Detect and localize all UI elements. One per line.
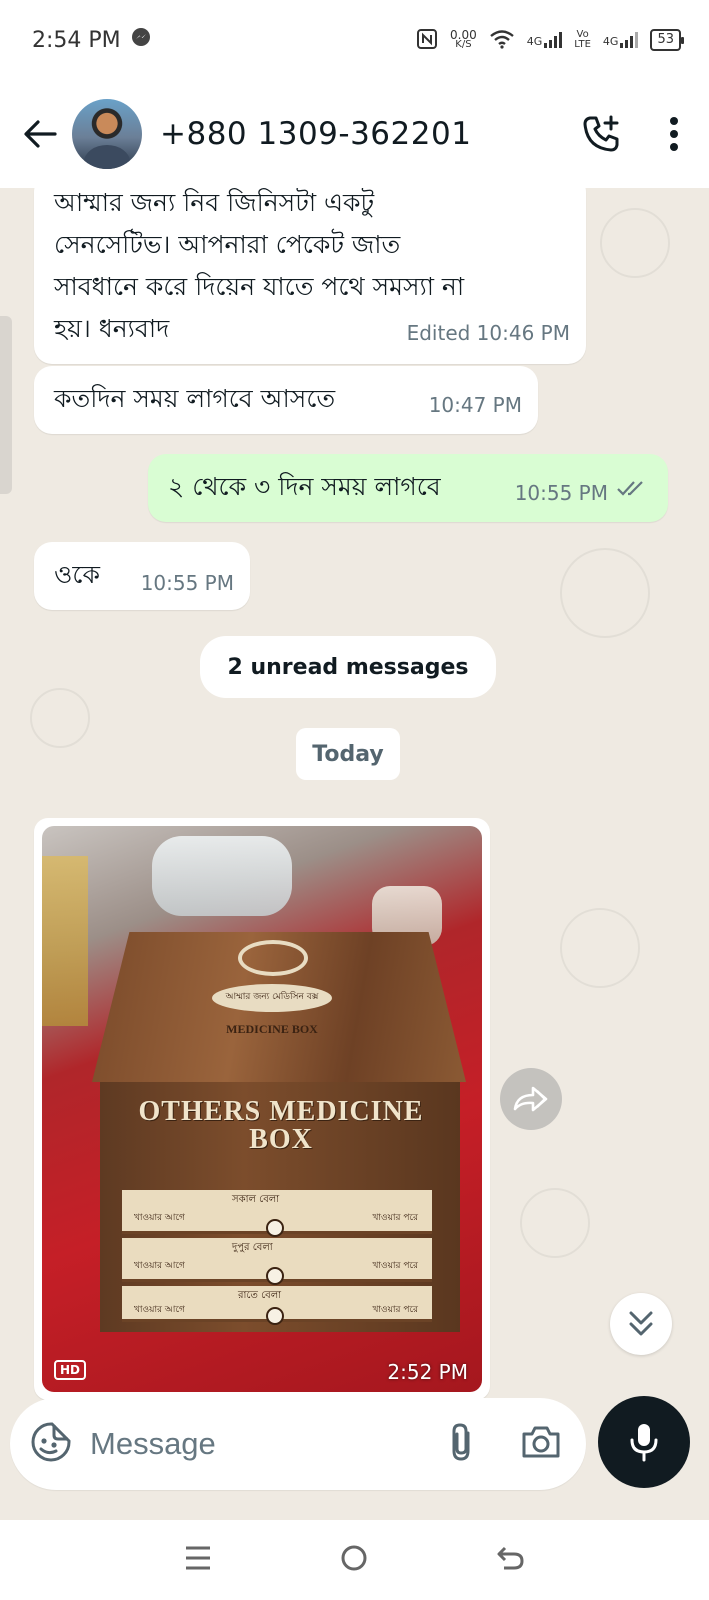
menu-icon[interactable]: [184, 1545, 212, 1575]
photo-image[interactable]: আম্মার জন্য মেডিসিন বক্স MEDICINE BOX OT…: [42, 826, 482, 1392]
sim2-label: 4G: [602, 35, 619, 48]
wallpaper-doodle: [520, 1188, 590, 1258]
signal-bars-icon: [620, 32, 639, 48]
drawer-left-label: খাওয়ার আগে: [134, 1213, 185, 1223]
wifi-icon: [489, 29, 515, 52]
drawer-title: রাতে বেলা: [238, 1290, 282, 1301]
box-drawer: রাতে বেলা খাওয়ার আগে খাওয়ার পরে: [122, 1286, 432, 1325]
drawer-left-label: খাওয়ার আগে: [134, 1305, 185, 1315]
composer-actions: [448, 1421, 566, 1467]
photo-time: 2:52 PM: [387, 1360, 468, 1384]
wallpaper-doodle: [600, 208, 670, 278]
date-chip: Today: [296, 728, 400, 780]
hd-badge: HD: [54, 1360, 87, 1380]
drawer-left-label: খাওয়ার আগে: [134, 1261, 185, 1271]
drawer-right-label: খাওয়ার পরে: [372, 1213, 418, 1223]
messenger-notification-icon: [131, 27, 151, 53]
drawer-knob: [266, 1267, 284, 1285]
paperclip-icon[interactable]: [448, 1421, 474, 1467]
message-time: Edited 10:46 PM: [406, 321, 570, 345]
arrow-left-icon[interactable]: [20, 114, 60, 154]
sticker-icon[interactable]: [30, 1421, 72, 1467]
volte-indicator: Vo LTE: [574, 30, 591, 50]
unread-messages-banner: 2 unread messages: [200, 636, 496, 698]
contact-name[interactable]: +880 1309-362201: [160, 116, 471, 152]
mic-icon[interactable]: [598, 1396, 690, 1488]
chat-header: +880 1309-362201: [0, 80, 709, 188]
sim1-label: 4G: [526, 35, 543, 48]
status-right: 0.00 K/S 4G Vo LTE 4G 53: [416, 28, 684, 53]
read-ticks-icon: [616, 468, 648, 510]
drawer-right-label: খাওয়ার পরে: [372, 1305, 418, 1315]
chat-area[interactable]: আম্মার জন্য নিব জিনিসটা একটু সেনসেটিভ। আ…: [0, 188, 709, 1520]
net-speed: 0.00 K/S: [450, 29, 477, 50]
message-bubble-incoming[interactable]: কতদিন সময় লাগবে আসতে 10:47 PM: [34, 366, 538, 434]
photo-jar-shape: [152, 836, 292, 916]
box-front-line2: BOX: [249, 1124, 313, 1155]
home-icon[interactable]: [339, 1543, 369, 1577]
status-left: 2:54 PM: [32, 27, 151, 53]
drawer-knob: [266, 1307, 284, 1325]
box-front-line1: OTHERS MEDICINE: [138, 1096, 424, 1127]
volte-bottom: LTE: [574, 39, 591, 50]
signal-bars-icon: [544, 32, 563, 48]
photo-message-bubble[interactable]: আম্মার জন্য মেডিসিন বক্স MEDICINE BOX OT…: [34, 818, 490, 1400]
box-front-text: OTHERS MEDICINE BOX: [106, 1098, 456, 1154]
status-bar: 2:54 PM 0.00 K/S 4G Vo LTE 4G 53: [0, 0, 709, 80]
box-plaque-text: আম্মার জন্য মেডিসিন বক্স: [225, 992, 319, 1002]
message-input[interactable]: [90, 1426, 420, 1462]
drawer-title: সকাল বেলা: [232, 1194, 280, 1205]
wallpaper-doodle: [560, 548, 650, 638]
box-drawer: সকাল বেলা খাওয়ার আগে খাওয়ার পরে: [122, 1190, 432, 1237]
message-bubble-incoming[interactable]: আম্মার জন্য নিব জিনিসটা একটু সেনসেটিভ। আ…: [34, 188, 586, 364]
drawer-right-label: খাওয়ার পরে: [372, 1261, 418, 1271]
more-vert-icon[interactable]: [669, 116, 679, 152]
forward-icon[interactable]: [500, 1068, 562, 1130]
system-nav-bar: [0, 1520, 709, 1600]
clock: 2:54 PM: [32, 27, 121, 53]
avatar[interactable]: [72, 99, 142, 169]
drawer-title: দুপুর বেলা: [232, 1242, 273, 1253]
message-time: 10:55 PM: [514, 481, 608, 505]
battery-indicator: 53: [650, 29, 684, 51]
message-composer: [10, 1398, 586, 1490]
box-lid-text: MEDICINE BOX: [226, 1022, 318, 1036]
photo-bottle-shape: [42, 856, 88, 1026]
signal-sim1: 4G: [527, 32, 563, 48]
medicine-logo-icon: [238, 940, 308, 976]
wallpaper-doodle: [560, 908, 640, 988]
message-time: 10:47 PM: [428, 393, 522, 417]
box-drawer: দুপুর বেলা খাওয়ার আগে খাওয়ার পরে: [122, 1238, 432, 1285]
header-actions: [581, 114, 689, 154]
nfc-icon: [416, 28, 438, 53]
add-call-icon[interactable]: [581, 114, 621, 154]
message-time: 10:55 PM: [140, 571, 234, 595]
wallpaper-doodle: [30, 688, 90, 748]
signal-sim2: 4G: [603, 32, 639, 48]
message-bubble-outgoing[interactable]: ২ থেকে ৩ দিন সময় লাগবে 10:55 PM: [148, 454, 668, 522]
edge-panel-handle[interactable]: [0, 316, 12, 494]
camera-icon[interactable]: [520, 1424, 562, 1464]
double-chevron-down-icon[interactable]: [610, 1293, 672, 1355]
drawer-knob: [266, 1219, 284, 1237]
message-bubble-incoming[interactable]: ওকে 10:55 PM: [34, 542, 250, 610]
back-icon[interactable]: [496, 1544, 526, 1576]
